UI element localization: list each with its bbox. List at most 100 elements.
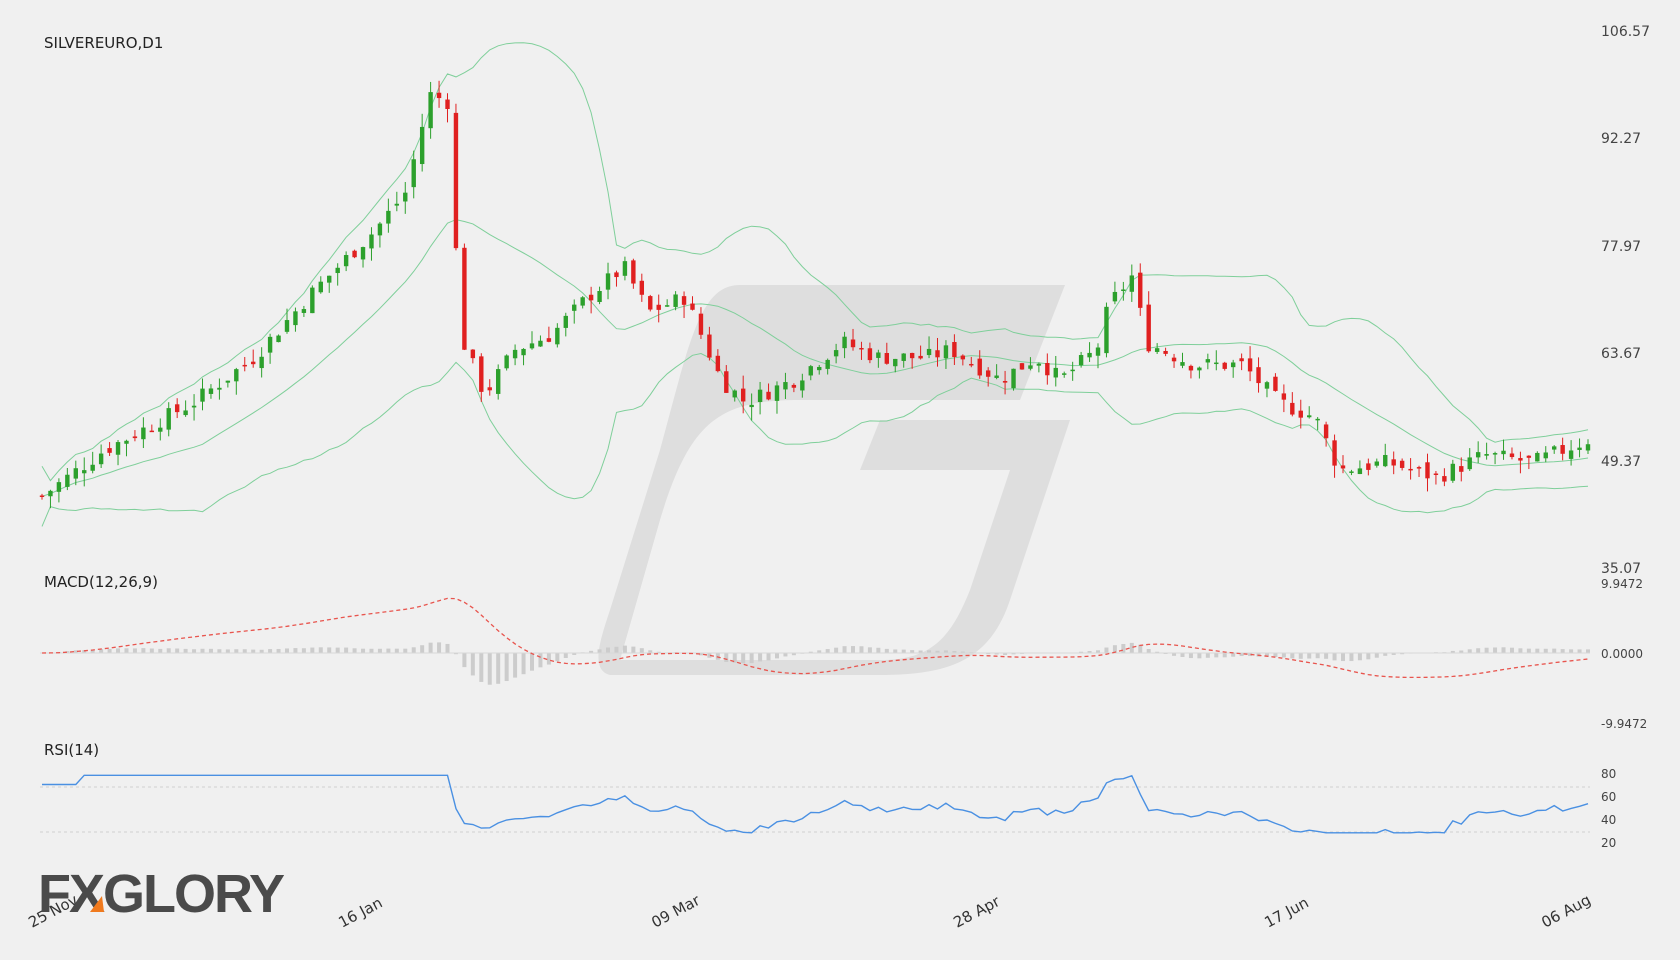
candle-body — [985, 370, 991, 377]
macd-histogram-bar — [445, 643, 450, 653]
candle-body — [360, 247, 366, 260]
candle-body — [740, 388, 746, 402]
macd-histogram-bar — [344, 647, 349, 653]
candle-body — [1180, 362, 1185, 366]
macd-histogram-bar — [479, 653, 484, 682]
candle-body — [149, 430, 155, 433]
macd-tick-label: 0.0000 — [1601, 647, 1643, 661]
candle-body — [1484, 454, 1489, 456]
macd-histogram-bar — [462, 653, 467, 668]
candle-body — [1535, 452, 1540, 462]
macd-histogram-bar — [741, 653, 746, 664]
candle-body — [470, 349, 476, 359]
bollinger-bands — [41, 42, 1589, 527]
candle-body — [1433, 473, 1439, 476]
candle-body — [1214, 362, 1219, 365]
candle-body — [538, 340, 543, 347]
candle-body — [1104, 306, 1109, 354]
candle-body — [1019, 363, 1025, 370]
candle-body — [1290, 402, 1295, 415]
macd-histogram-bar — [268, 649, 273, 653]
chart-canvas: SILVEREURO,D1 MACD(12,26,9) RSI(14) 106.… — [25, 24, 1650, 932]
candle-body — [132, 436, 138, 439]
candle-body — [48, 490, 53, 497]
price-tick-label: 92.27 — [1601, 131, 1641, 147]
candle-body — [1526, 455, 1532, 458]
candle-body — [588, 294, 594, 301]
candle-body — [115, 442, 121, 455]
candle-body — [639, 280, 645, 295]
candle-body — [1146, 304, 1151, 352]
candle-body — [183, 410, 188, 416]
macd-histogram-bar — [496, 653, 501, 684]
macd-histogram-bar — [1349, 653, 1354, 662]
date-tick-label: 09 Mar — [648, 891, 703, 932]
macd-histogram-bar — [631, 646, 636, 653]
candle-body — [276, 335, 281, 343]
rsi-title: RSI(14) — [44, 741, 99, 759]
macd-histogram-bar — [369, 648, 374, 653]
candle-body — [546, 338, 552, 342]
macd-histogram-bar — [749, 653, 754, 664]
macd-histogram-bar — [867, 647, 872, 653]
macd-histogram-bar — [884, 648, 889, 653]
macd-histogram-bar — [437, 642, 442, 653]
candle-body — [969, 363, 974, 366]
candle-body — [825, 359, 830, 369]
candle-body — [1332, 440, 1337, 466]
macd-histogram-bar — [1129, 642, 1134, 653]
candle-body — [293, 311, 298, 326]
candle-body — [1391, 459, 1396, 466]
candle-body — [90, 464, 95, 471]
candle-body — [893, 358, 898, 367]
candle-body — [926, 348, 932, 356]
candle-body — [749, 404, 754, 408]
candle-body — [1163, 350, 1168, 354]
macd-histogram-bar — [1560, 649, 1565, 653]
candle-body — [82, 470, 87, 474]
macd-histogram-bar — [1467, 649, 1472, 653]
macd-histogram-bar — [563, 653, 568, 659]
candle-body — [707, 334, 712, 358]
macd-histogram-bar — [1374, 653, 1379, 658]
macd-histogram-bar — [1332, 653, 1337, 661]
macd-histogram-bar — [251, 649, 256, 653]
candle-body — [1518, 458, 1523, 461]
candle-body — [808, 366, 813, 376]
candle-body — [1450, 463, 1456, 481]
candle-body — [487, 387, 492, 391]
macd-histogram-bar — [428, 642, 433, 653]
macd-histogram-bar — [1214, 653, 1219, 658]
macd-histogram-bar — [1341, 653, 1346, 662]
candle-body — [251, 361, 256, 365]
candle-body — [1475, 452, 1481, 458]
candle-body — [1087, 352, 1092, 358]
candle-body — [521, 348, 526, 356]
date-tick-label: 17 Jun — [1261, 893, 1311, 931]
macd-histogram-bar — [166, 648, 171, 653]
candle-body — [614, 272, 619, 278]
candle-body — [1028, 365, 1033, 369]
candle-body — [1442, 476, 1447, 482]
macd-title: MACD(12,26,9) — [44, 573, 158, 591]
candle-body — [1281, 393, 1287, 400]
macd-histogram-bar — [1526, 648, 1531, 653]
macd-histogram-bar — [327, 647, 332, 653]
candle-body — [1138, 272, 1143, 308]
candle-body — [462, 247, 467, 350]
candle-body — [1222, 362, 1227, 369]
candle-body — [622, 261, 628, 276]
candle-body — [732, 390, 737, 398]
candle-body — [403, 192, 408, 202]
candle-body — [1492, 453, 1498, 455]
candle-body — [842, 336, 847, 349]
macd-histogram-bar — [758, 653, 763, 662]
candle-body — [73, 468, 78, 479]
candle-body — [1197, 367, 1202, 371]
price-tick-label: 49.37 — [1601, 454, 1641, 470]
candle-body — [1383, 454, 1388, 467]
macd-histogram-bar — [1290, 653, 1295, 659]
macd-histogram-bar — [1121, 644, 1126, 653]
candle-body — [563, 315, 568, 328]
candle-body — [766, 391, 771, 400]
